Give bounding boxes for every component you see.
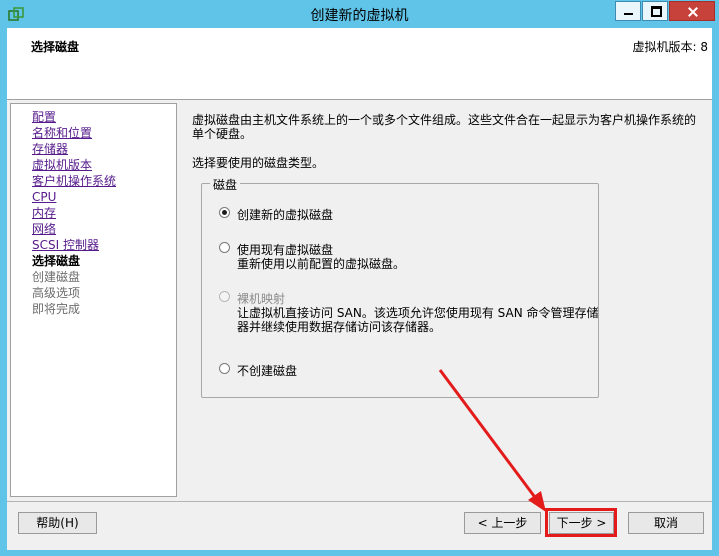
nav-item: 即将完成 bbox=[32, 302, 81, 316]
title-bar[interactable]: 创建新的虚拟机 bbox=[0, 0, 719, 28]
nav-item: 选择磁盘 bbox=[32, 254, 81, 268]
disk-group-label: 磁盘 bbox=[210, 176, 241, 193]
nav-item[interactable]: SCSI 控制器 bbox=[32, 237, 176, 253]
wizard-body: 配置 名称和位置 存储器 虚拟机版本 客户机操作系统 CPU 内存 网络 SCSI 控制器 选择磁… bbox=[7, 99, 712, 550]
option-label[interactable]: 不创建磁盘 bbox=[237, 362, 297, 379]
radio-no-disk[interactable] bbox=[219, 363, 230, 374]
option-label: 裸机映射 bbox=[237, 292, 286, 306]
close-icon[interactable] bbox=[669, 1, 715, 21]
option-description: 重新使用以前配置的虚拟磁盘。 bbox=[237, 257, 406, 271]
radio-create-new-disk[interactable] bbox=[219, 207, 230, 218]
nav-item[interactable]: 配置 bbox=[32, 109, 176, 125]
next-button-highlight bbox=[545, 508, 617, 537]
wizard-header: 选择磁盘 虚拟机版本: 8 bbox=[7, 28, 712, 99]
disk-group: 磁盘 创建新的虚拟磁盘 使用现有虚拟磁盘 重新使用以前配置的虚拟磁盘。 裸机映射… bbox=[201, 176, 599, 398]
disk-type-prompt: 选择要使用的磁盘类型。 bbox=[192, 156, 325, 170]
disk-description: 虚拟磁盘由主机文件系统上的一个或多个文件组成。这些文件合在一起显示为客户机操作系… bbox=[192, 113, 697, 141]
minimize-icon[interactable] bbox=[615, 1, 641, 21]
vm-version-label: 虚拟机版本: 8 bbox=[632, 40, 709, 54]
radio-raw-device-mapping bbox=[219, 291, 230, 302]
option-description: 让虚拟机直接访问 SAN。该选项允许您使用现有 SAN 命令管理存储器并继续使用… bbox=[237, 306, 599, 334]
help-button[interactable]: 帮助(H) bbox=[18, 512, 97, 534]
maximize-icon[interactable] bbox=[642, 1, 668, 21]
wizard-nav: 配置 名称和位置 存储器 虚拟机版本 客户机操作系统 CPU 内存 网络 SCSI 控制器 选择磁… bbox=[10, 103, 177, 497]
nav-item[interactable]: 名称和位置 bbox=[32, 125, 176, 141]
cancel-button[interactable]: 取消 bbox=[628, 512, 704, 534]
nav-item[interactable]: 网络 bbox=[32, 221, 176, 237]
nav-list: 配置 名称和位置 存储器 虚拟机版本 客户机操作系统 CPU 内存 网络 SCSI 控制器 选择磁… bbox=[11, 104, 176, 317]
nav-item[interactable]: 内存 bbox=[32, 205, 176, 221]
wizard-window: 创建新的虚拟机 选择磁盘 虚拟机版本: 8 配置 名称和位置 存储器 虚拟机版本 客户机… bbox=[0, 0, 719, 556]
nav-item: 创建磁盘 bbox=[32, 270, 81, 284]
option-label[interactable]: 使用现有虚拟磁盘 bbox=[237, 241, 333, 258]
nav-item[interactable]: 客户机操作系统 bbox=[32, 173, 176, 189]
nav-item[interactable]: CPU bbox=[32, 189, 176, 205]
footer-separator bbox=[7, 501, 712, 502]
page-title: 选择磁盘 bbox=[31, 40, 80, 54]
nav-item[interactable]: 虚拟机版本 bbox=[32, 157, 176, 173]
radio-use-existing-disk[interactable] bbox=[219, 242, 230, 253]
nav-item[interactable]: 存储器 bbox=[32, 141, 176, 157]
option-label[interactable]: 创建新的虚拟磁盘 bbox=[237, 206, 333, 223]
nav-item: 高级选项 bbox=[32, 286, 81, 300]
window-title: 创建新的虚拟机 bbox=[310, 8, 409, 24]
back-button[interactable]: < 上一步 bbox=[464, 512, 541, 534]
